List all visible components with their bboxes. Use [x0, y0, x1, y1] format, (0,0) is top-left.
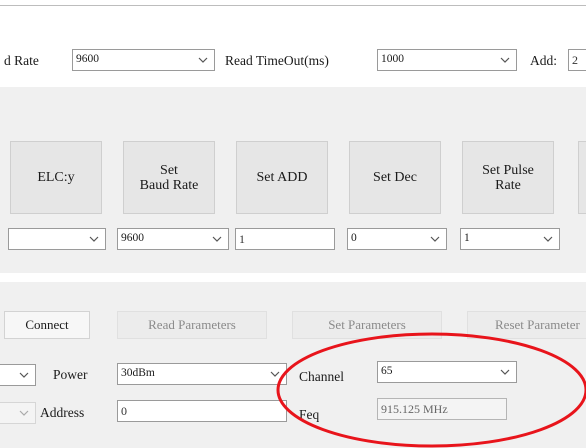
set-dec-button[interactable]: Set Dec: [349, 141, 441, 214]
chevron-down-icon: [19, 372, 29, 378]
elc-button[interactable]: ELC:y: [10, 141, 102, 214]
set-add-label: Set ADD: [256, 170, 308, 185]
power-select[interactable]: 30dBm: [117, 363, 287, 385]
set-baud-rate-label: Set Baud Rate: [139, 162, 199, 193]
chevron-down-icon: [198, 57, 208, 63]
chevron-down-icon: [500, 369, 510, 375]
set-parameters-button[interactable]: Set Parameters: [292, 311, 442, 339]
add-label: Add:: [530, 53, 557, 68]
baud-rate-select[interactable]: 9600: [72, 49, 215, 71]
channel-select[interactable]: 65: [377, 361, 517, 383]
chevron-down-icon: [19, 410, 29, 416]
dec-select[interactable]: 0: [347, 228, 447, 250]
set-baud-rate-button[interactable]: Set Baud Rate: [123, 141, 215, 214]
dec-value: 0: [351, 232, 357, 244]
window-top-border: [0, 0, 586, 6]
chevron-down-icon: [543, 236, 553, 242]
frequency-field: 915.125 MHz: [377, 398, 507, 420]
read-parameters-button[interactable]: Read Parameters: [117, 311, 267, 339]
read-timeout-label: Read TimeOut(ms): [225, 53, 329, 68]
left-select-partial[interactable]: [0, 364, 36, 386]
set-add-button[interactable]: Set ADD: [236, 141, 328, 214]
add-set-value: 1: [239, 232, 245, 246]
set-pulse-rate-button[interactable]: Set Pulse Rate: [462, 141, 554, 214]
baud-rate-label: d Rate: [4, 53, 39, 68]
set-dec-label: Set Dec: [373, 170, 417, 185]
power-label: Power: [53, 367, 88, 382]
chevron-down-icon: [430, 236, 440, 242]
section-divider: [0, 273, 586, 282]
elc-button-label: ELC:y: [37, 170, 75, 185]
address-value: 0: [121, 404, 127, 418]
chevron-down-icon: [270, 371, 280, 377]
frequency-value: 915.125 MHz: [381, 402, 448, 416]
read-parameters-label: Read Parameters: [148, 317, 236, 332]
set-pulse-rate-label: Set Pulse Rate: [482, 162, 534, 193]
read-timeout-value: 1000: [381, 53, 404, 65]
pulse-rate-select[interactable]: 1: [460, 228, 560, 250]
address-label: Address: [40, 405, 85, 420]
baud-set-select[interactable]: 9600: [117, 228, 229, 250]
add-value: 2: [572, 53, 578, 67]
add-input[interactable]: 2: [568, 49, 586, 71]
set-parameters-label: Set Parameters: [328, 317, 406, 332]
chevron-down-icon: [89, 236, 99, 242]
left-select-disabled-partial[interactable]: [0, 402, 36, 424]
address-input[interactable]: 0: [117, 400, 287, 422]
chevron-down-icon: [212, 236, 222, 242]
read-timeout-select[interactable]: 1000: [377, 49, 517, 71]
frequency-label: Feq: [299, 407, 320, 422]
reset-parameters-label: Reset Parameter: [495, 317, 580, 332]
connect-label: Connect: [25, 317, 69, 332]
channel-value: 65: [381, 365, 393, 377]
power-value: 30dBm: [121, 367, 155, 379]
reset-parameters-button[interactable]: Reset Parameter: [467, 311, 586, 339]
chevron-down-icon: [500, 57, 510, 63]
channel-label: Channel: [299, 369, 344, 384]
baud-rate-value: 9600: [76, 53, 99, 65]
baud-set-value: 9600: [121, 232, 144, 244]
elc-select[interactable]: [8, 228, 106, 250]
add-set-input[interactable]: 1: [235, 228, 335, 250]
pulse-rate-value: 1: [464, 232, 470, 244]
next-set-button-partial[interactable]: [578, 141, 586, 214]
connect-button[interactable]: Connect: [4, 311, 90, 339]
